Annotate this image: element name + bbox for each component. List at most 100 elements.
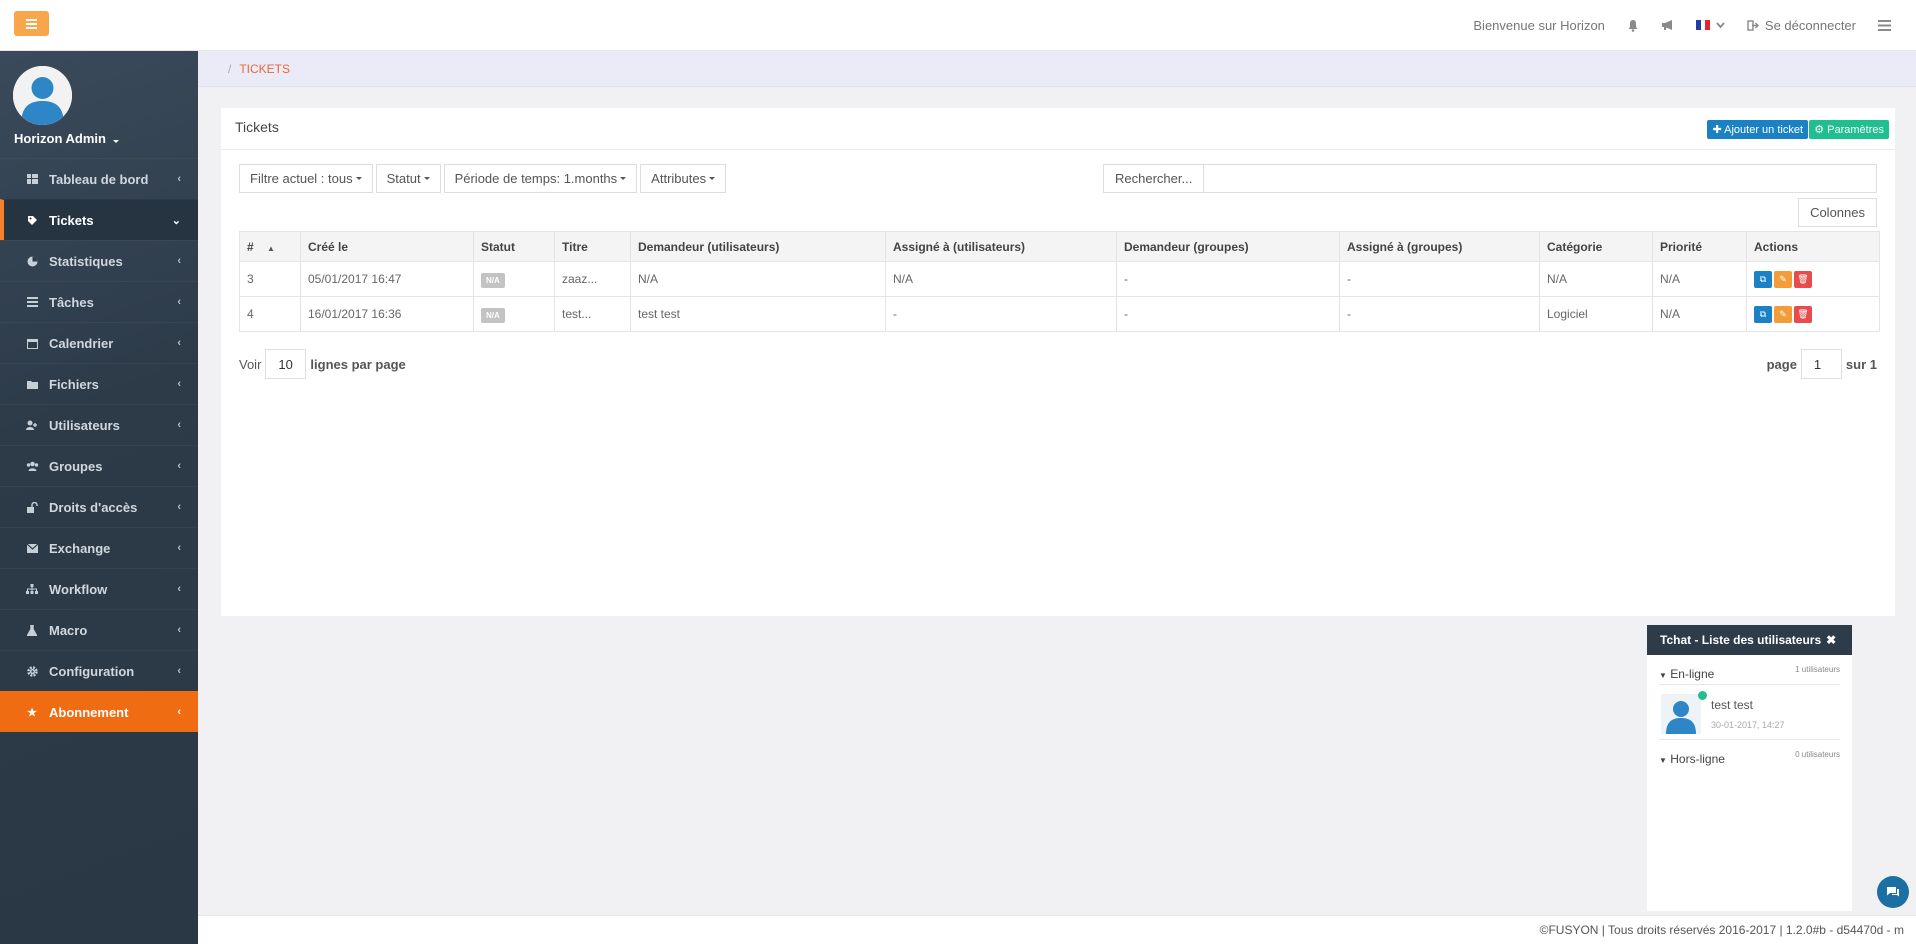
user-name-dropdown[interactable]: Horizon Admin [14, 131, 119, 146]
sidebar-item-calendrier[interactable]: Calendrier ‹ [0, 322, 198, 363]
sidebar-item-statistiques[interactable]: Statistiques ‹ [0, 240, 198, 281]
chat-user-item[interactable]: test test 30-01-2017, 14:27 [1659, 685, 1840, 740]
notifications-button[interactable] [1616, 19, 1650, 32]
delete-ticket-button[interactable]: 🗑 [1794, 270, 1812, 288]
gear-icon [22, 665, 42, 677]
sidebar-item-label: Calendrier [49, 335, 114, 351]
chat-user-time: 30-01-2017, 14:27 [1711, 720, 1785, 730]
sidebar-item-utilisateurs[interactable]: Utilisateurs ‹ [0, 404, 198, 445]
status-dropdown[interactable]: Statut [375, 164, 441, 193]
sidebar-item-label: Tickets [49, 212, 94, 228]
edit-icon: ✎ [1779, 308, 1787, 319]
delete-ticket-button[interactable]: 🗑 [1794, 305, 1812, 323]
logout-link[interactable]: Se déconnecter [1736, 18, 1867, 33]
search-input[interactable] [1204, 164, 1877, 193]
language-dropdown[interactable] [1685, 20, 1736, 30]
copy-ticket-button[interactable]: ⧉ [1754, 270, 1772, 288]
sidebar-item-taches[interactable]: Tâches ‹ [0, 281, 198, 322]
column-header-requester-groups[interactable]: Demandeur (groupes) [1116, 231, 1340, 262]
column-header-id[interactable]: # ▲ [239, 231, 301, 262]
sort-asc-icon: ▲ [267, 243, 275, 253]
sidebar-item-label: Statistiques [49, 253, 123, 269]
show-label: Voir [239, 356, 262, 372]
chat-online-section[interactable]: ▼ En-ligne 1 utilisateurs [1659, 655, 1840, 685]
user-plus-icon [22, 420, 42, 430]
online-toggle[interactable]: ▼ En-ligne [1659, 667, 1714, 681]
column-header-category[interactable]: Catégorie [1539, 231, 1653, 262]
online-label: En-ligne [1670, 667, 1715, 681]
table-header-row: # ▲ Créé le Statut Titre Demandeur (util… [239, 231, 1880, 262]
options-menu-button[interactable] [1867, 19, 1902, 31]
status-label: Statut [386, 171, 421, 186]
avatar[interactable] [13, 66, 72, 125]
chat-offline-section[interactable]: ▼ Hors-ligne 0 utilisateurs [1659, 740, 1840, 770]
parameters-button[interactable]: ⚙ Paramètres [1809, 120, 1889, 139]
current-filter-dropdown[interactable]: Filtre actuel : tous [239, 164, 373, 193]
copy-ticket-button[interactable]: ⧉ [1754, 305, 1772, 323]
attributes-dropdown[interactable]: Attributes [640, 164, 727, 193]
breadcrumb-current[interactable]: TICKETS [239, 62, 290, 76]
table-row[interactable]: 3 05/01/2017 16:47 N/A zaaz... N/A N/A -… [239, 261, 1880, 297]
column-header-title[interactable]: Titre [554, 231, 631, 262]
sidebar-item-tickets[interactable]: Tickets ⌄ [0, 199, 198, 240]
chat-header: Tchat - Liste des utilisateurs ✖ [1647, 625, 1852, 655]
page-total-label: sur 1 [1845, 356, 1877, 372]
chat-toggle-button[interactable] [1877, 876, 1909, 908]
tasks-icon [22, 297, 42, 307]
current-filter-label: Filtre actuel : tous [250, 171, 353, 186]
page-number-input[interactable]: 1 [1800, 349, 1842, 379]
cell-requester-group: - [1116, 296, 1340, 332]
offline-count: 0 utilisateurs [1795, 750, 1840, 759]
column-header-requester-users[interactable]: Demandeur (utilisateurs) [630, 231, 886, 262]
sidebar-item-label: Configuration [49, 663, 135, 679]
announcements-button[interactable] [1650, 19, 1685, 31]
offline-toggle[interactable]: ▼ Hors-ligne [1659, 752, 1725, 766]
column-header-assigned-groups[interactable]: Assigné à (groupes) [1339, 231, 1540, 262]
top-bar: Bienvenue sur Horizon Se déconnecter [0, 0, 1916, 51]
sidebar-item-label: Droits d'accès [49, 499, 138, 515]
sidebar-item-configuration[interactable]: Configuration ‹ [0, 650, 198, 691]
sitemap-icon [22, 584, 42, 594]
sidebar-item-fichiers[interactable]: Fichiers ‹ [0, 363, 198, 404]
edit-ticket-button[interactable]: ✎ [1774, 270, 1792, 288]
sidebar-item-exchange[interactable]: Exchange ‹ [0, 527, 198, 568]
sidebar-item-tableau-de-bord[interactable]: Tableau de bord ‹ [0, 158, 198, 199]
column-header-status[interactable]: Statut [473, 231, 555, 262]
cell-actions: ⧉ ✎ 🗑 [1746, 296, 1880, 332]
cell-assigned-user: N/A [885, 261, 1117, 297]
sidebar-item-droits-d-acces[interactable]: Droits d'accès ‹ [0, 486, 198, 527]
column-header-priority[interactable]: Priorité [1652, 231, 1747, 262]
list-icon [1878, 19, 1891, 31]
sidebar-item-workflow[interactable]: Workflow ‹ [0, 568, 198, 609]
add-ticket-button[interactable]: ✚ Ajouter un ticket [1707, 120, 1808, 139]
rows-per-page-input[interactable]: 10 [265, 349, 307, 379]
caret-down-icon [620, 177, 627, 180]
breadcrumb-separator: / [228, 61, 232, 76]
table-row[interactable]: 4 16/01/2017 16:36 N/A test... test test… [239, 296, 1880, 332]
menu-toggle-button[interactable] [14, 11, 49, 36]
edit-ticket-button[interactable]: ✎ [1774, 305, 1792, 323]
sidebar-item-label: Abonnement [49, 704, 129, 720]
column-header-created[interactable]: Créé le [300, 231, 474, 262]
cell-category: N/A [1539, 261, 1653, 297]
close-icon[interactable]: ✖ [1826, 633, 1836, 647]
columns-button[interactable]: Colonnes [1798, 198, 1877, 227]
caret-down-icon: ▼ [1659, 671, 1667, 680]
chevron-left-icon: ‹ [177, 337, 181, 349]
sidebar-item-label: Macro [49, 622, 88, 638]
sidebar-item-abonnement[interactable]: ★ Abonnement ‹ [0, 691, 198, 732]
period-dropdown[interactable]: Période de temps: 1.months [443, 164, 638, 193]
chevron-left-icon: ‹ [177, 173, 181, 185]
trash-icon: 🗑 [1797, 273, 1809, 284]
sidebar-item-macro[interactable]: Macro ‹ [0, 609, 198, 650]
search-group: Rechercher... [1103, 164, 1877, 193]
column-header-assigned-users[interactable]: Assigné à (utilisateurs) [885, 231, 1117, 262]
chevron-left-icon: ‹ [177, 706, 181, 718]
chevron-left-icon: ‹ [177, 501, 181, 513]
user-name: Horizon Admin [14, 131, 106, 146]
edit-icon: ✎ [1779, 273, 1787, 284]
cell-priority: N/A [1652, 296, 1747, 332]
chevron-left-icon: ‹ [177, 255, 181, 267]
sidebar-item-groupes[interactable]: Groupes ‹ [0, 445, 198, 486]
sidebar-item-label: Exchange [49, 540, 111, 556]
